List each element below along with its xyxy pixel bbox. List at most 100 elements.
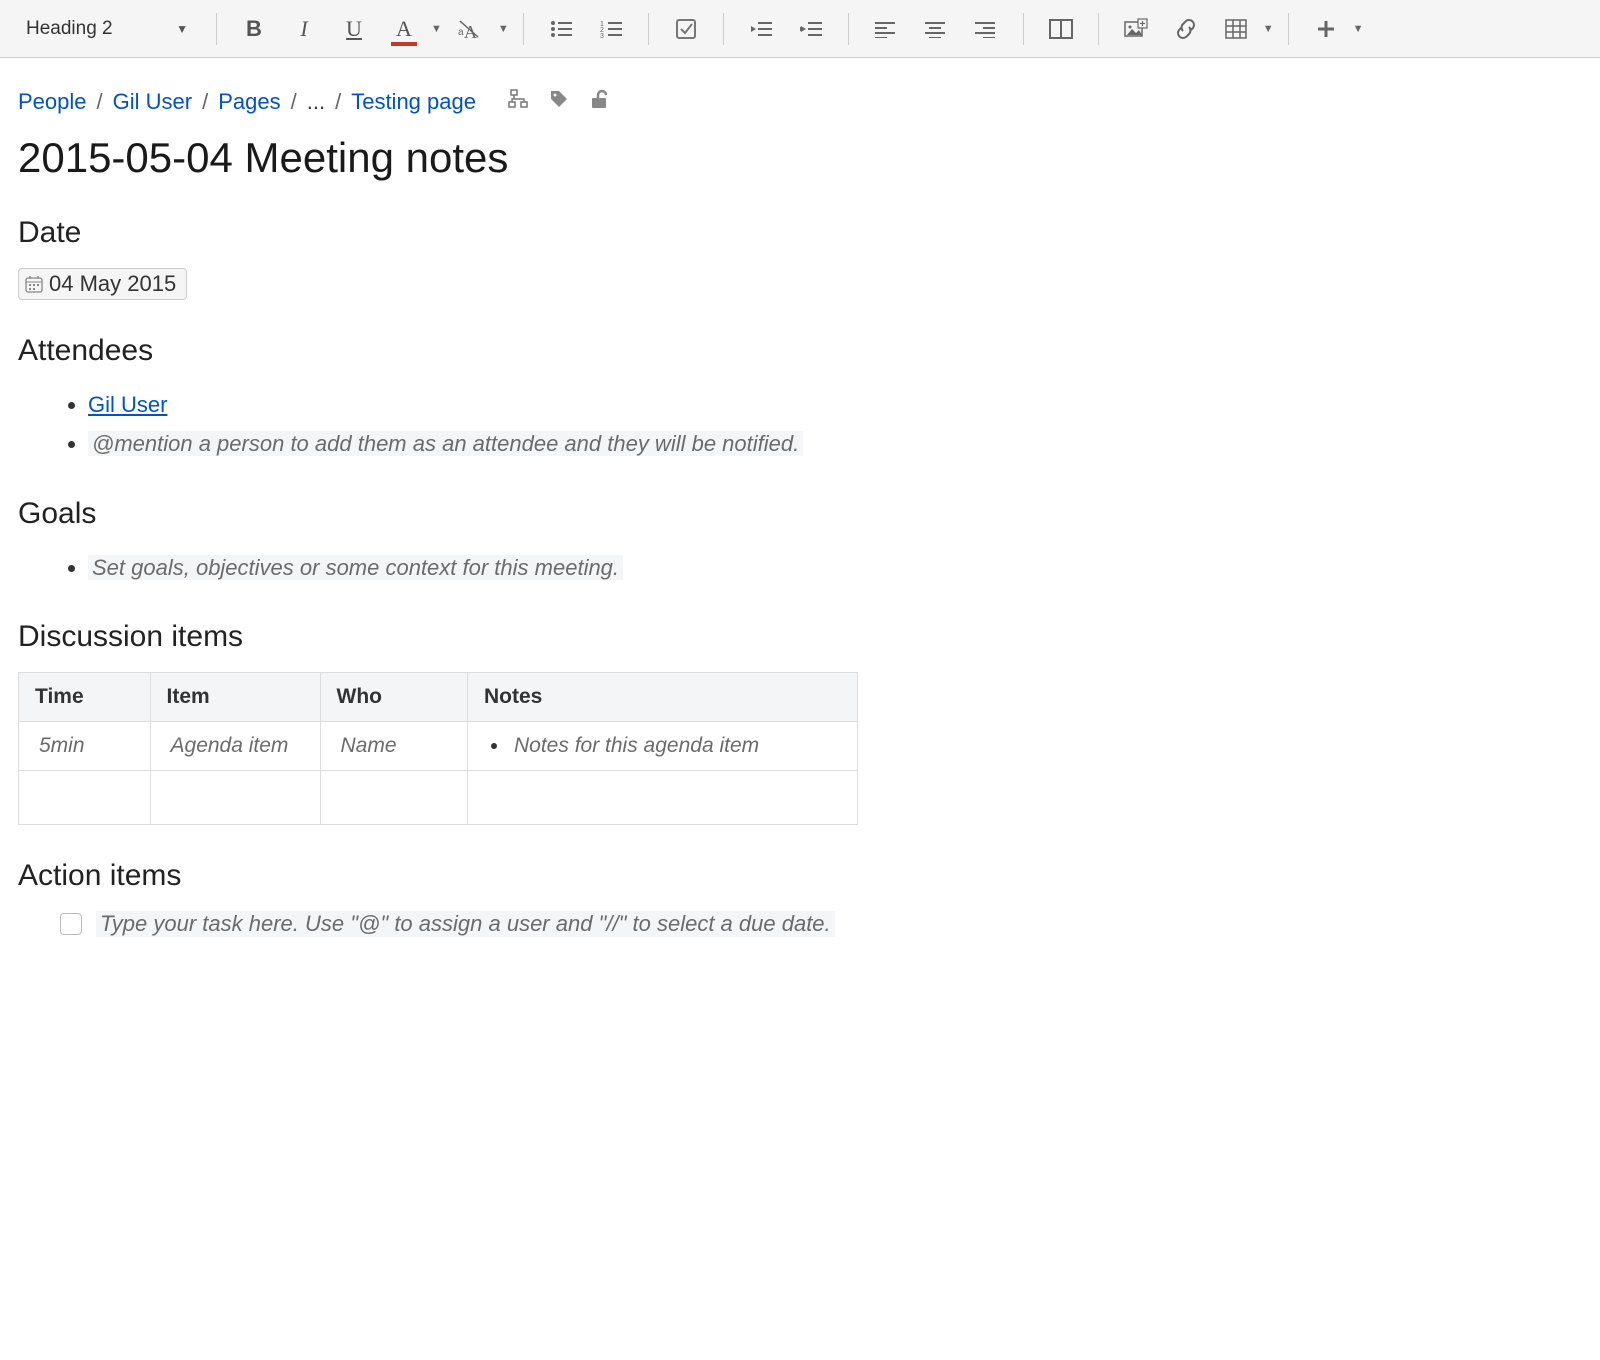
bold-icon: B [246,16,262,42]
chevron-down-icon[interactable]: ▼ [498,23,509,35]
toolbar-separator [1023,13,1024,45]
col-time[interactable]: Time [19,673,151,722]
plus-icon [1316,19,1336,39]
bullet-list-button[interactable] [538,8,584,50]
align-right-icon [975,20,997,38]
align-right-button[interactable] [963,8,1009,50]
toolbar-separator [1098,13,1099,45]
attendee-placeholder[interactable]: @mention a person to add them as an atte… [88,431,803,456]
insert-more-button[interactable] [1303,8,1349,50]
clear-formatting-button[interactable]: a A [446,8,492,50]
empty-cell[interactable] [320,771,467,825]
chevron-down-icon[interactable]: ▼ [1263,23,1274,35]
unlock-icon[interactable] [588,88,610,116]
chevron-down-icon[interactable]: ▼ [1353,23,1364,35]
task-list-icon [675,18,697,40]
text-color-button[interactable]: A [381,8,427,50]
page-tree-icon[interactable] [508,88,530,116]
italic-button[interactable]: I [281,8,327,50]
indent-icon [800,20,822,38]
task-checkbox[interactable] [60,913,82,935]
breadcrumb-link-pages[interactable]: Pages [218,89,280,115]
breadcrumb-link-user[interactable]: Gil User [113,89,192,115]
color-swatch [391,42,417,46]
toolbar-separator [216,13,217,45]
empty-cell[interactable] [150,771,320,825]
image-icon [1124,18,1148,40]
style-select-label: Heading 2 [26,18,113,40]
breadcrumb-sep: / [291,89,297,115]
chevron-down-icon[interactable]: ▼ [431,23,442,35]
tag-icon[interactable] [548,88,570,116]
cell-who[interactable]: Name [337,734,401,757]
align-center-icon [925,20,947,38]
editor-toolbar: Heading 2 ▼ B I U A ▼ a A ▼ 1 2 3 [0,0,1600,58]
attendee-link[interactable]: Gil User [88,392,167,417]
goals-list[interactable]: Set goals, objectives or some context fo… [18,549,982,586]
link-icon [1174,18,1198,40]
toolbar-separator [648,13,649,45]
bullet-list-icon [550,20,572,38]
chevron-down-icon: ▼ [176,22,188,36]
date-heading[interactable]: Date [18,216,982,250]
task-placeholder[interactable]: Type your task here. Use "@" to assign a… [96,911,835,937]
indent-button[interactable] [788,8,834,50]
page-layout-icon [1049,19,1073,39]
editor-content[interactable]: People / Gil User / Pages / ... / Testin… [0,58,1000,997]
paragraph-style-select[interactable]: Heading 2 ▼ [12,12,202,46]
insert-table-button[interactable] [1213,8,1259,50]
col-who[interactable]: Who [320,673,467,722]
align-left-icon [875,20,897,38]
breadcrumb-link-people[interactable]: People [18,89,87,115]
goals-placeholder[interactable]: Set goals, objectives or some context fo… [88,555,623,580]
task-item[interactable]: Type your task here. Use "@" to assign a… [18,911,982,937]
empty-cell[interactable] [19,771,151,825]
breadcrumb-sep: / [202,89,208,115]
breadcrumb-ellipsis[interactable]: ... [307,89,325,115]
outdent-button[interactable] [738,8,784,50]
insert-link-button[interactable] [1163,8,1209,50]
numbered-list-button[interactable]: 1 2 3 [588,8,634,50]
list-item: @mention a person to add them as an atte… [88,425,982,462]
underline-icon: U [346,16,362,42]
list-item: Set goals, objectives or some context fo… [88,549,982,586]
table-row: 5min Agenda item Name Notes for this age… [19,722,858,771]
col-item[interactable]: Item [150,673,320,722]
attendees-heading[interactable]: Attendees [18,334,982,368]
action-heading[interactable]: Action items [18,859,982,893]
date-badge[interactable]: 04 May 2015 [18,268,187,300]
toolbar-separator [523,13,524,45]
date-value: 04 May 2015 [49,271,176,297]
underline-button[interactable]: U [331,8,377,50]
table-row [19,771,858,825]
calendar-icon [25,275,43,293]
cell-notes[interactable]: Notes for this agenda item [510,734,763,757]
cell-time[interactable]: 5min [35,734,89,757]
table-icon [1225,19,1247,39]
discussion-heading[interactable]: Discussion items [18,620,982,654]
insert-image-button[interactable] [1113,8,1159,50]
page-title[interactable]: 2015-05-04 Meeting notes [18,134,982,182]
breadcrumb-sep: / [335,89,341,115]
goals-heading[interactable]: Goals [18,497,982,531]
breadcrumb: People / Gil User / Pages / ... / Testin… [18,88,982,116]
toolbar-separator [1288,13,1289,45]
bold-button[interactable]: B [231,8,277,50]
page-layout-button[interactable] [1038,8,1084,50]
list-item: Gil User [88,386,982,423]
breadcrumb-sep: / [97,89,103,115]
clear-formatting-icon: a A [457,18,481,40]
empty-cell[interactable] [468,771,858,825]
outdent-icon [750,20,772,38]
italic-icon: I [300,16,307,42]
col-notes[interactable]: Notes [468,673,858,722]
text-color-icon: A [396,16,412,42]
cell-item[interactable]: Agenda item [167,734,293,757]
align-left-button[interactable] [863,8,909,50]
align-center-button[interactable] [913,8,959,50]
breadcrumb-link-testing[interactable]: Testing page [351,89,476,115]
task-list-button[interactable] [663,8,709,50]
numbered-list-icon: 1 2 3 [600,20,622,38]
attendees-list[interactable]: Gil User @mention a person to add them a… [18,386,982,463]
discussion-table[interactable]: Time Item Who Notes 5min Agenda item Nam… [18,672,858,825]
